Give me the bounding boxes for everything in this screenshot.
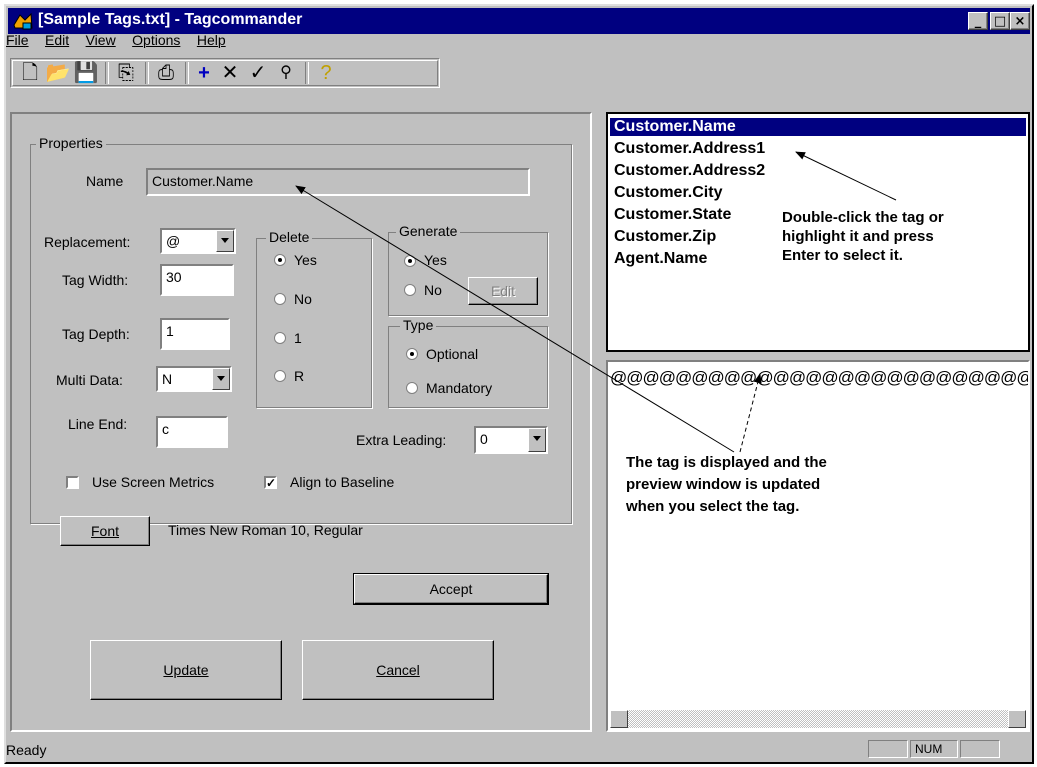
add-icon[interactable]: + [191,61,217,85]
menu-help[interactable]: Help [197,32,226,48]
close-icon[interactable]: × [1010,12,1030,30]
preview-text: @@@@@@@@@@@@@@@@@@@@@@@@@@@@@@ [610,368,1030,387]
status-bar: Ready NUM [4,740,1028,758]
generate-yes-radio[interactable] [404,255,416,267]
tag-depth-label: Tag Depth: [62,326,130,342]
replacement-select[interactable]: @ [160,228,236,254]
tag-width-label: Tag Width: [62,272,129,288]
delete-1-radio[interactable] [274,332,286,344]
update-button[interactable]: Update [90,640,282,700]
delete-r-radio[interactable] [274,370,286,382]
delete-no-label: No [294,291,312,307]
type-mandatory-label: Mandatory [426,380,493,396]
delete-yes-label: Yes [294,252,317,268]
multi-data-label: Multi Data: [56,372,123,388]
accept-button[interactable]: Accept [353,573,549,605]
font-button[interactable]: Font [60,516,150,546]
title-bar[interactable]: [Sample Tags.txt] - Tagcommander _ □ × [8,8,1030,34]
generate-no-label: No [424,282,442,298]
list-annotation: Double-click the tag or highlight it and… [782,208,944,265]
tag-depth-field[interactable]: 1 [160,318,230,350]
tag-list-item[interactable]: Customer.Address2 [614,162,765,180]
scroll-left-icon[interactable] [610,710,628,728]
use-screen-metrics-label: Use Screen Metrics [92,474,215,490]
menu-bar: File Edit View Options Help [6,32,238,54]
generate-yes-label: Yes [424,252,447,268]
preview-annotation-line: The tag is displayed and the [626,454,827,471]
delete-legend: Delete [266,229,313,245]
preview-annotation-line: preview window is updated [626,476,821,493]
status-num: NUM [910,740,958,758]
chevron-down-icon[interactable] [528,428,546,452]
replacement-label: Replacement: [44,234,131,250]
status-text: Ready [6,742,47,758]
delete-icon[interactable]: ✕ [217,61,243,85]
checkmark-icon[interactable]: ✓ [245,61,271,85]
new-file-icon[interactable]: 🗋 [17,61,43,85]
align-baseline-label: Align to Baseline [290,474,395,490]
preview-annotation-line: when you select the tag. [626,498,800,515]
copy-icon[interactable]: ⎘ [113,61,139,85]
tag-list-item[interactable]: Customer.City [614,184,722,202]
type-legend: Type [400,317,437,333]
generate-legend: Generate [396,223,461,239]
window-title: [Sample Tags.txt] - Tagcommander [38,11,303,28]
name-field[interactable]: Customer.Name [146,168,530,196]
app-icon [13,12,33,30]
extra-leading-select[interactable]: 0 [474,426,548,454]
minimize-icon[interactable]: _ [968,12,988,30]
delete-1-label: 1 [294,330,302,346]
toolbar: 🗋 📂 💾 ⎘ ⎙ + ✕ ✓ ⚲ ? [10,58,440,88]
tag-list-item[interactable]: Customer.State [614,206,731,224]
save-icon[interactable]: 💾 [73,61,99,85]
preview-annotation: The tag is displayed and the preview win… [626,452,827,518]
generate-no-radio[interactable] [404,284,416,296]
tag-list-item[interactable]: Customer.Name [610,118,1026,136]
list-annotation-line: highlight it and press [782,228,934,245]
tag-width-field[interactable]: 30 [160,264,234,296]
line-end-field[interactable]: c [156,416,228,448]
tag-list-item[interactable]: Customer.Address1 [614,140,765,158]
status-cell-empty [868,740,908,758]
help-icon[interactable]: ? [313,61,339,85]
tag-list-item[interactable]: Agent.Name [614,250,707,268]
name-label: Name [86,173,124,189]
print-icon[interactable]: ⎙ [153,61,179,85]
multi-data-select[interactable]: N [156,366,232,392]
font-button-label: Font [90,523,119,539]
line-end-label: Line End: [68,416,128,432]
chevron-down-icon[interactable] [216,230,234,252]
type-optional-label: Optional [426,346,479,362]
preview-window: @@@@@@@@@@@@@@@@@@@@@@@@@@@@@@ [606,360,1030,732]
scroll-right-icon[interactable] [1008,710,1026,728]
status-cell-empty [960,740,1000,758]
type-optional-radio[interactable] [406,348,418,360]
open-folder-icon[interactable]: 📂 [45,61,71,85]
menu-file[interactable]: File [6,32,29,48]
update-button-label: Update [163,662,209,678]
cancel-button[interactable]: Cancel [302,640,494,700]
list-annotation-line: Double-click the tag or [782,209,944,226]
edit-button[interactable]: Edit [468,277,538,305]
extra-leading-label: Extra Leading: [356,432,447,448]
horizontal-scrollbar[interactable] [610,710,1026,728]
font-value: Times New Roman 10, Regular [168,522,363,538]
delete-yes-radio[interactable] [274,254,286,266]
use-screen-metrics-checkbox[interactable] [66,476,79,489]
delete-r-label: R [294,368,305,384]
delete-no-radio[interactable] [274,293,286,305]
menu-options[interactable]: Options [132,32,180,48]
maximize-icon[interactable]: □ [990,12,1010,30]
properties-legend: Properties [36,135,106,151]
chevron-down-icon[interactable] [212,368,230,390]
align-baseline-checkbox[interactable]: ✓ [264,476,277,489]
list-annotation-line: Enter to select it. [782,247,903,264]
cancel-button-label: Cancel [376,662,420,678]
menu-view[interactable]: View [86,32,116,48]
search-icon[interactable]: ⚲ [273,61,299,85]
type-mandatory-radio[interactable] [406,382,418,394]
tag-list-item[interactable]: Customer.Zip [614,228,716,246]
menu-edit[interactable]: Edit [45,32,69,48]
